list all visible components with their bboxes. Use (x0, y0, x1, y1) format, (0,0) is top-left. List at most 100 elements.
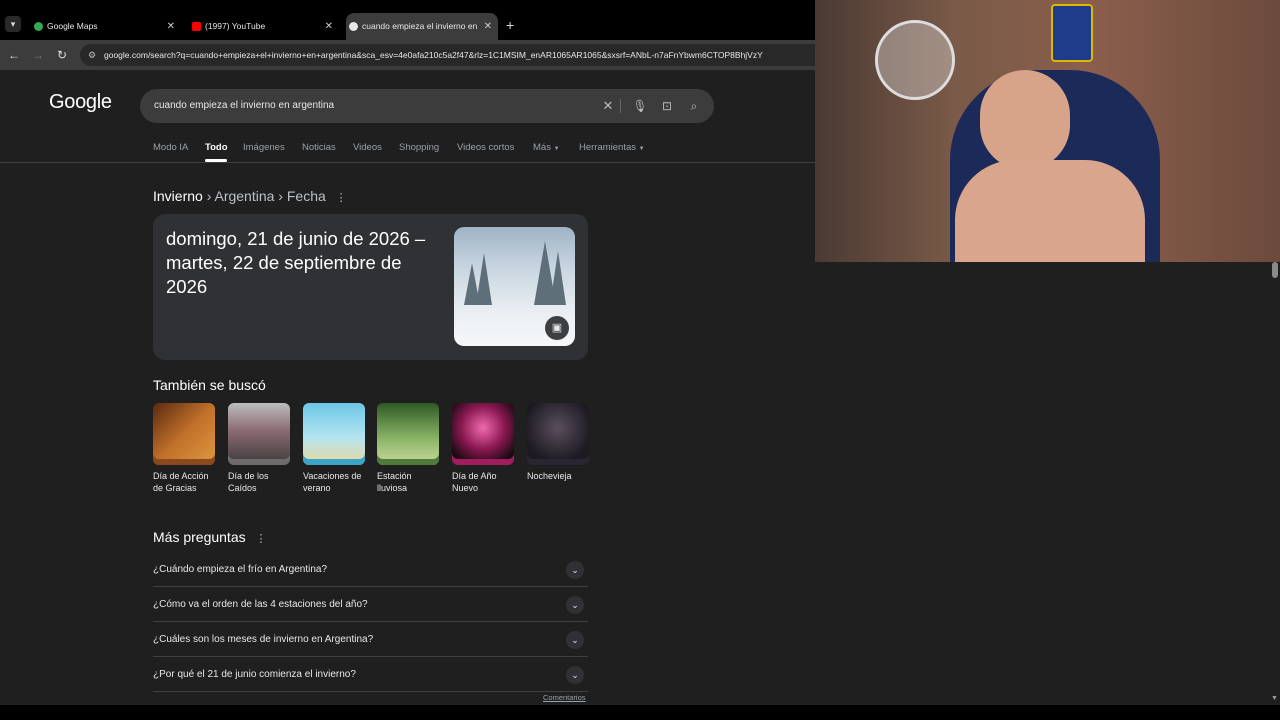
question-row[interactable]: ¿Por qué el 21 de junio comienza el invi… (153, 657, 588, 692)
also-searched-title: También se buscó (153, 377, 266, 393)
flag-shape (1051, 4, 1093, 62)
back-arrow-icon[interactable]: ← (6, 47, 22, 63)
also-searched-carousel: Día de Acción de Gracias Día de los Caíd… (153, 403, 603, 498)
tab-label: cuando empieza el invierno en (362, 21, 478, 31)
more-options-icon[interactable]: ⋮ (256, 533, 267, 545)
url-input[interactable]: ⚙ google.com/search?q=cuando+empieza+el+… (80, 44, 820, 66)
also-searched-item[interactable]: Nochevieja (527, 403, 589, 482)
featured-answer-card: domingo, 21 de junio de 2026 – martes, 2… (153, 214, 588, 360)
answer-text: domingo, 21 de junio de 2026 – martes, 2… (166, 228, 426, 297)
scrollbar-thumb[interactable] (1272, 262, 1278, 278)
winter-image[interactable]: ▣ (454, 227, 575, 346)
tab-videos-cortos[interactable]: Videos cortos (457, 142, 514, 153)
search-input[interactable]: cuando empieza el invierno en argentina (154, 89, 334, 123)
tab-label: Google Maps (47, 21, 98, 31)
question-row[interactable]: ¿Cuándo empieza el frío en Argentina? ⌄ (153, 552, 588, 587)
clear-icon[interactable]: ✕ (600, 98, 616, 114)
divider (620, 99, 621, 113)
tab-label: (1997) YouTube (205, 21, 266, 31)
nav-divider (0, 162, 815, 163)
also-searched-label: Estación lluviosa (377, 471, 412, 493)
address-bar: ← → ↻ ⚙ google.com/search?q=cuando+empie… (0, 40, 820, 70)
also-searched-label: Día de los Caídos (228, 471, 269, 493)
tab-google-maps[interactable]: Google Maps ✕ (31, 13, 181, 40)
breadcrumb-rest[interactable]: › Argentina › Fecha (207, 188, 326, 204)
close-icon[interactable]: ✕ (167, 13, 175, 40)
image-expand-icon[interactable]: ▣ (545, 316, 569, 340)
also-searched-item[interactable]: Estación lluviosa (377, 403, 439, 494)
also-searched-item[interactable]: Vacaciones de verano (303, 403, 365, 494)
thumbnail-image (527, 403, 589, 465)
chevron-down-icon[interactable]: ⌄ (566, 596, 584, 614)
tab-youtube[interactable]: (1997) YouTube ✕ (189, 13, 339, 40)
search-box[interactable]: cuando empieza el invierno en argentina … (140, 89, 714, 123)
close-icon[interactable]: ✕ (484, 13, 492, 40)
person-head-shape (980, 70, 1070, 170)
feedback-link[interactable]: Comentarios (543, 693, 586, 702)
tab-herramientas-label: Herramientas (579, 142, 637, 153)
forward-arrow-icon[interactable]: → (30, 47, 46, 63)
thumbnail-image (303, 403, 365, 465)
tree-shape (476, 253, 492, 305)
tab-todo[interactable]: Todo (205, 142, 228, 153)
question-text: ¿Cuáles son los meses de invierno en Arg… (153, 634, 374, 645)
fan-shape (875, 20, 955, 100)
tab-shopping[interactable]: Shopping (399, 142, 439, 153)
caret-down-icon: ▼ (638, 146, 645, 152)
search-icon[interactable]: ⌕ (686, 98, 702, 114)
tab-imagenes[interactable]: Imágenes (243, 142, 285, 153)
tab-google-search[interactable]: cuando empieza el invierno en ✕ (346, 13, 498, 40)
thumbnail-image (377, 403, 439, 465)
also-searched-item[interactable]: Día de Año Nuevo (452, 403, 514, 494)
tab-mas-label: Más (533, 142, 551, 153)
google-logo[interactable]: Google (49, 91, 112, 114)
site-info-icon[interactable]: ⚙ (88, 44, 96, 66)
caret-down-icon: ▼ (553, 146, 560, 152)
also-searched-label: Nochevieja (527, 471, 572, 481)
tab-noticias[interactable]: Noticias (302, 142, 336, 153)
more-questions-title: Más preguntas ⋮ (153, 529, 267, 545)
chevron-down-icon[interactable]: ⌄ (566, 561, 584, 579)
close-icon[interactable]: ✕ (325, 13, 333, 40)
webcam-overlay (815, 0, 1280, 262)
tab-mas[interactable]: Más ▼ (533, 142, 560, 153)
answer-breadcrumb: Invierno › Argentina › Fecha ⋮ (153, 188, 347, 204)
thumbnail-image (228, 403, 290, 465)
lens-icon[interactable]: ⊡ (659, 98, 675, 114)
tab-videos[interactable]: Videos (353, 142, 382, 153)
microphone-icon[interactable]: 🎙 (632, 98, 648, 114)
question-text: ¿Cómo va el orden de las 4 estaciones de… (153, 599, 368, 610)
also-searched-label: Día de Acción de Gracias (153, 471, 209, 493)
also-searched-label: Día de Año Nuevo (452, 471, 497, 493)
bottom-strip (0, 705, 1280, 720)
thumbnail-image (452, 403, 514, 465)
url-text: google.com/search?q=cuando+empieza+el+in… (104, 50, 763, 60)
also-searched-item[interactable]: Día de los Caídos (228, 403, 290, 494)
page-right-blank (815, 262, 1280, 705)
browser-tab-strip: ▾ Google Maps ✕ (1997) YouTube ✕ cuando … (0, 0, 815, 40)
thumbnail-image (153, 403, 215, 465)
tab-modo-ia[interactable]: Modo IA (153, 142, 188, 153)
search-results-page: Google cuando empieza el invierno en arg… (0, 70, 815, 705)
also-searched-label: Vacaciones de verano (303, 471, 362, 493)
question-text: ¿Por qué el 21 de junio comienza el invi… (153, 669, 356, 680)
more-options-icon[interactable]: ⋮ (336, 192, 347, 204)
question-row[interactable]: ¿Cómo va el orden de las 4 estaciones de… (153, 587, 588, 622)
maps-icon (34, 22, 43, 31)
question-text: ¿Cuándo empieza el frío en Argentina? (153, 564, 327, 575)
tab-herramientas[interactable]: Herramientas ▼ (579, 142, 645, 153)
google-icon (349, 22, 358, 31)
more-questions-text: Más preguntas (153, 529, 246, 545)
breadcrumb-first[interactable]: Invierno (153, 188, 203, 204)
tree-shape (550, 251, 566, 305)
also-searched-item[interactable]: Día de Acción de Gracias (153, 403, 215, 494)
youtube-icon (192, 22, 201, 31)
scroll-down-icon[interactable]: ▼ (1271, 695, 1278, 702)
chevron-down-icon[interactable]: ⌄ (566, 666, 584, 684)
chevron-down-icon[interactable]: ⌄ (566, 631, 584, 649)
question-row[interactable]: ¿Cuáles son los meses de invierno en Arg… (153, 622, 588, 657)
reload-icon[interactable]: ↻ (54, 47, 70, 63)
new-tab-button[interactable]: + (506, 17, 514, 33)
tab-search-button[interactable]: ▾ (5, 16, 21, 32)
person-body-shape (955, 160, 1145, 262)
